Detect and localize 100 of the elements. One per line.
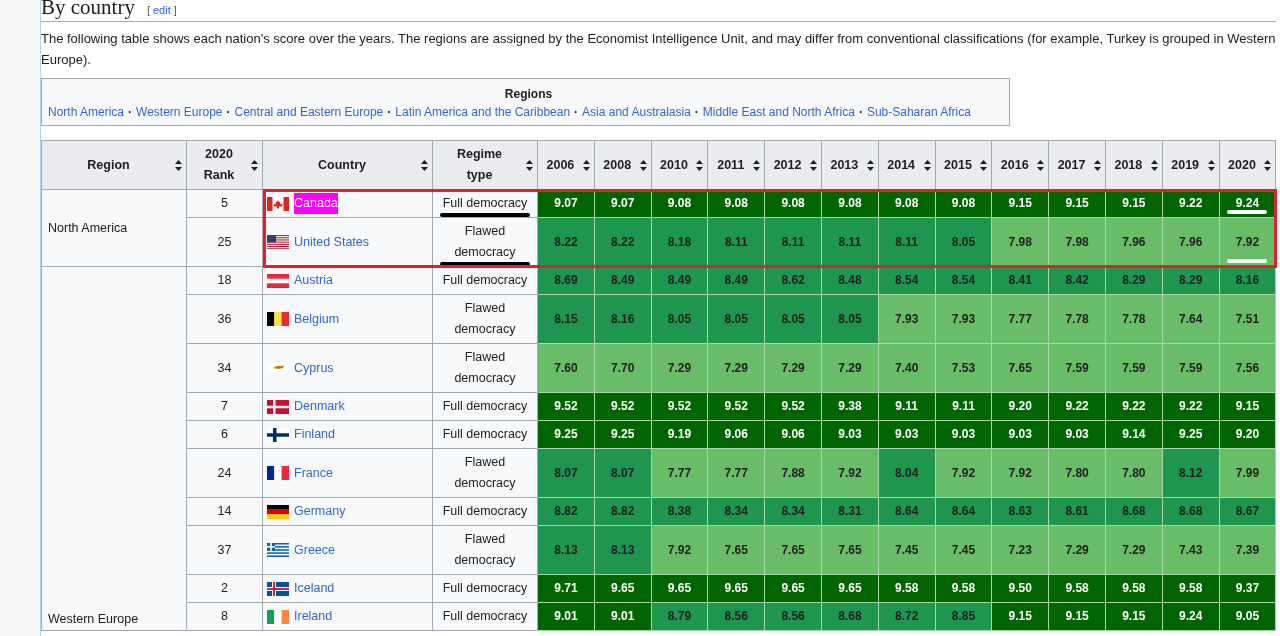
score-cell: 7.78 xyxy=(1048,294,1106,344)
table-cell: Flawed democracy xyxy=(432,343,538,393)
column-header[interactable]: 2020 xyxy=(1219,140,1276,190)
score-cell: 8.54 xyxy=(935,266,992,295)
table-cell: 5 xyxy=(186,189,263,218)
score-cell: 7.93 xyxy=(935,294,992,344)
score-cell: 7.80 xyxy=(1105,448,1163,498)
score-cell: 8.13 xyxy=(594,525,652,575)
column-header[interactable]: Country xyxy=(262,140,433,190)
score-cell: 9.15 xyxy=(1219,392,1276,421)
separator: · xyxy=(693,105,700,119)
column-header[interactable]: 2012 xyxy=(764,140,822,190)
sort-icon xyxy=(866,159,874,171)
score-cell: 8.16 xyxy=(594,294,652,344)
score-cell: 8.07 xyxy=(537,448,595,498)
score-cell: 7.39 xyxy=(1219,525,1276,575)
sort-icon xyxy=(753,159,761,171)
score-cell: 7.92 xyxy=(991,448,1049,498)
column-header[interactable]: 2017 xyxy=(1048,140,1106,190)
sort-icon xyxy=(251,159,258,171)
sort-icon xyxy=(1037,159,1045,171)
sort-icon xyxy=(639,159,647,171)
bracket: ] xyxy=(173,4,177,16)
country-link[interactable]: Greece xyxy=(294,539,335,561)
table-cell: 14 xyxy=(186,497,263,526)
score-cell: 7.92 xyxy=(935,448,992,498)
edit-link[interactable]: edit xyxy=(152,4,171,16)
score-cell: 8.05 xyxy=(651,294,708,344)
table-cell: Flawed democracy xyxy=(432,294,538,344)
table-cell: Flawed democracy xyxy=(432,525,538,575)
country-link[interactable]: Belgium xyxy=(294,308,340,330)
table-cell: Flawed democracy xyxy=(432,448,538,498)
score-cell: 8.79 xyxy=(651,602,708,631)
region-link[interactable]: Latin America and the Caribbean xyxy=(395,105,571,119)
country-link[interactable]: Finland xyxy=(294,424,335,445)
column-header[interactable]: 2010 xyxy=(651,140,708,190)
column-header[interactable]: 2008 xyxy=(594,140,652,190)
column-header[interactable]: 2015 xyxy=(935,140,992,190)
table-cell: 24 xyxy=(186,448,263,498)
country-link[interactable]: Ireland xyxy=(294,606,333,627)
region-link[interactable]: Western Europe xyxy=(136,105,223,119)
region-link[interactable]: North America xyxy=(48,105,125,119)
region-link[interactable]: Asia and Australasia xyxy=(582,105,691,119)
score-cell: 9.65 xyxy=(651,574,708,603)
region-link[interactable]: Middle East and North Africa xyxy=(702,105,855,119)
score-cell: 7.77 xyxy=(991,294,1049,344)
sort-icon xyxy=(1150,159,1158,171)
column-header[interactable]: 2013 xyxy=(821,140,879,190)
sort-icon xyxy=(421,159,428,171)
table-cell: 37 xyxy=(186,525,263,575)
score-cell: 7.59 xyxy=(1048,343,1106,393)
score-cell: 7.93 xyxy=(878,294,936,344)
sort-icon xyxy=(526,159,533,171)
score-cell: 8.67 xyxy=(1219,497,1276,526)
column-header[interactable]: Regime type xyxy=(432,140,538,190)
column-header[interactable]: 2011 xyxy=(707,140,765,190)
table-cell: 8 xyxy=(186,602,263,631)
score-cell: 9.03 xyxy=(935,420,992,449)
score-cell: 8.12 xyxy=(1162,448,1220,498)
intro-paragraph: The following table shows each nation's score over the years. The regions are assigned by the Economist Intelligence Unit, and may differ from conventional classifications (for example, Turkey is grouped in Western Europe). xyxy=(41,30,1277,69)
sort-icon xyxy=(810,159,817,171)
column-header[interactable]: 2019 xyxy=(1162,140,1220,190)
country-link[interactable]: Cyprus xyxy=(294,357,334,379)
score-cell: 7.29 xyxy=(821,343,879,393)
country-link[interactable]: Canada xyxy=(294,193,338,214)
score-cell: 7.65 xyxy=(821,525,879,575)
table-cell: 34 xyxy=(186,343,263,393)
score-cell: 7.59 xyxy=(1105,343,1163,393)
sort-icon xyxy=(582,159,590,171)
column-header[interactable]: 2018 xyxy=(1105,140,1163,190)
region-link[interactable]: Sub-Saharan Africa xyxy=(866,105,971,119)
country-link[interactable]: France xyxy=(294,462,333,484)
score-cell: 8.05 xyxy=(821,294,879,344)
score-cell: 9.19 xyxy=(651,420,708,449)
column-header[interactable]: 2006 xyxy=(537,140,595,190)
score-cell: 7.88 xyxy=(764,448,822,498)
separator: · xyxy=(573,105,580,119)
region-link[interactable]: Central and Eastern Europe xyxy=(234,105,384,119)
column-header[interactable]: 2014 xyxy=(878,140,936,190)
table-cell: 18 xyxy=(186,266,263,295)
score-cell: 7.70 xyxy=(594,343,652,393)
column-header[interactable]: 2020 Rank xyxy=(186,140,263,190)
score-cell: 9.58 xyxy=(935,574,992,603)
score-cell: 8.13 xyxy=(537,525,595,575)
country-link[interactable]: Iceland xyxy=(294,578,335,599)
country-link[interactable]: Austria xyxy=(294,270,333,291)
score-cell: 8.15 xyxy=(537,294,595,344)
separator: · xyxy=(127,105,134,119)
score-cell: 7.65 xyxy=(991,343,1049,393)
country-link[interactable]: United States xyxy=(294,231,370,253)
score-cell: 8.07 xyxy=(594,448,652,498)
column-header[interactable]: 2016 xyxy=(991,140,1049,190)
column-header[interactable]: Region xyxy=(41,140,187,190)
table-cell: Full democracy xyxy=(432,189,538,218)
score-cell: 7.65 xyxy=(707,525,765,575)
separator: · xyxy=(386,105,393,119)
score-cell: 7.65 xyxy=(764,525,822,575)
bracket: [ xyxy=(146,4,150,16)
score-cell: 9.52 xyxy=(651,392,708,421)
score-cell: 7.23 xyxy=(991,525,1049,575)
